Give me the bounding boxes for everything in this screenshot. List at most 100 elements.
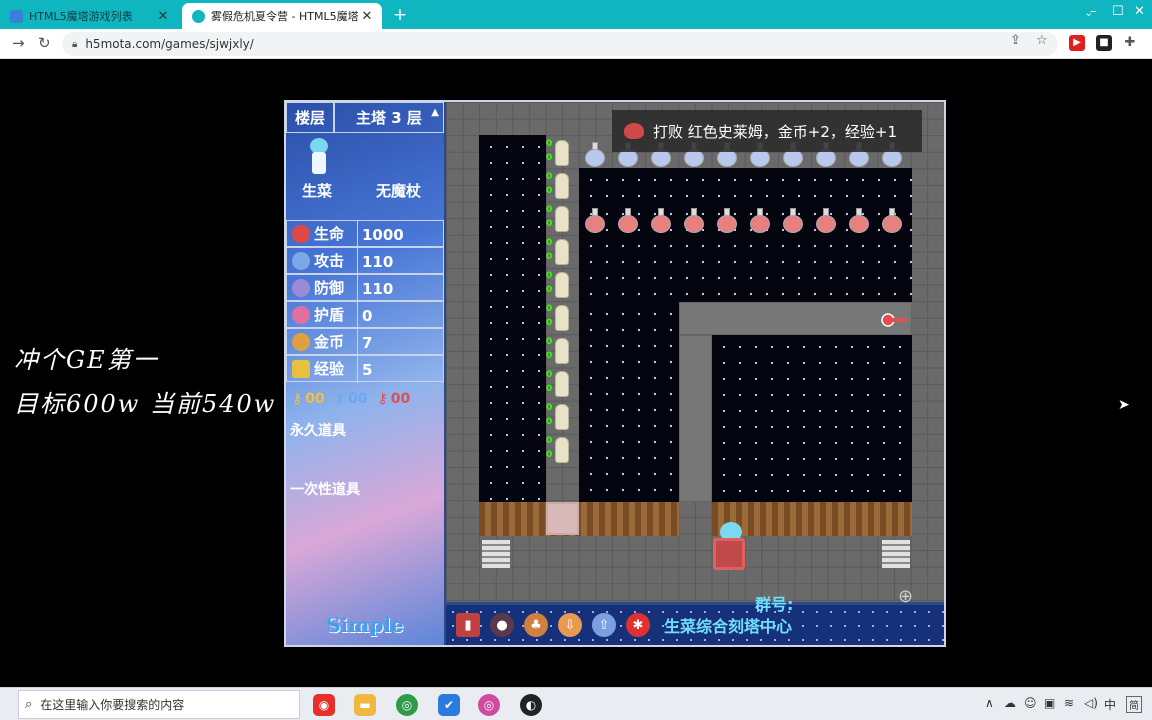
stone-floor [679, 335, 712, 502]
blue-key-count: 00 [348, 390, 368, 407]
taskbar-search[interactable]: ⌕ 在这里输入你要搜索的内容 [18, 690, 300, 719]
chrome-icon[interactable]: ◎ [396, 694, 418, 716]
reload-icon[interactable]: ↻ [38, 34, 51, 52]
red-potion [617, 208, 639, 234]
new-tab-icon[interactable]: + [390, 5, 410, 25]
floor-value-text: 主塔 3 层 [356, 109, 422, 127]
red-key-item-icon[interactable] [880, 312, 910, 328]
taskbar: ⌕ 在这里输入你要搜索的内容 ◉ ▬ ◎ ✔ ◎ ◐ ∧ ☁ ☺ ▣ ≋ ◁) … [0, 687, 1152, 720]
red-potion [650, 208, 672, 234]
save-icon[interactable]: ⇩ [558, 613, 582, 637]
stat-row-attack: 攻击 110 [286, 247, 444, 275]
mummy-monster: 00 [546, 204, 576, 234]
browser-tab-bar: HTML5魔塔游戏列表 ✕ 雾假危机夏令营 - HTML5魔塔 ✕ + ⌄ – … [0, 0, 1152, 29]
close-window-icon[interactable]: ✕ [1134, 4, 1145, 19]
tab-favicon-icon [10, 9, 23, 23]
netease-music-icon[interactable]: ◉ [313, 694, 335, 716]
hero-name: 生菜 [302, 182, 333, 200]
tray-app-icon[interactable]: ▣ [1044, 696, 1055, 710]
search-icon: ⌕ [25, 697, 33, 712]
overlay-note-line2: 目标600w 当前540w [14, 390, 277, 418]
tab-favicon-icon [192, 9, 205, 23]
red-potion [716, 208, 738, 234]
blue-key-icon: ⚷ [334, 390, 346, 407]
volume-icon[interactable]: ◁) [1084, 696, 1098, 710]
red-potion [782, 208, 804, 234]
red-gate[interactable] [713, 538, 745, 570]
mummy-monster: 00 [546, 138, 576, 168]
extensions-puzzle-icon[interactable]: ✚ [1122, 35, 1138, 51]
wifi-icon[interactable]: ≋ [1064, 696, 1074, 710]
ime-mode[interactable]: 简 [1126, 696, 1142, 713]
app-bird-icon[interactable]: ✔ [438, 694, 460, 716]
mummy-monster: 00 [546, 303, 576, 333]
tray-chevron-icon[interactable]: ∧ [985, 696, 994, 710]
forward-icon[interactable]: → [12, 34, 25, 52]
minimize-icon[interactable]: – [1090, 4, 1097, 19]
yellow-key-icon: ⚷ [292, 390, 303, 407]
tray-cloud-icon[interactable]: ☁ [1004, 696, 1016, 710]
mummy-monster: 00 [546, 402, 576, 432]
key-counts: ⚷ 00 ⚷ 00 ⚷ 00 [286, 385, 444, 412]
permanent-items-label: 永久道具 [290, 423, 346, 439]
stat-value: 110 [357, 248, 443, 275]
dirt-floor [479, 502, 679, 536]
floor-value: 主塔 3 层 ▲ [334, 102, 444, 133]
floor-label: 楼层 [286, 102, 334, 133]
stat-label: 攻击 [314, 252, 345, 270]
extension-game-icon[interactable]: ■ [1096, 35, 1112, 51]
toolbar-title: 生菜综合刻塔中心 [664, 617, 793, 636]
tab-close-icon[interactable]: ✕ [358, 9, 376, 24]
red-key-count: 00 [390, 390, 411, 407]
red-potion [848, 208, 870, 234]
app-color-icon[interactable]: ◎ [478, 694, 500, 716]
difficulty-mode-label: Simple [326, 613, 404, 637]
bag-icon[interactable]: ● [490, 613, 514, 637]
app-record-icon[interactable]: ◐ [520, 694, 542, 716]
stat-value: 110 [357, 275, 443, 302]
load-icon[interactable]: ⇧ [592, 613, 616, 637]
group-number-label: 群号: [755, 595, 794, 614]
book-icon[interactable]: ▮ [456, 613, 480, 637]
settings-icon[interactable]: ✱ [626, 613, 650, 637]
sword-icon [292, 251, 310, 270]
search-placeholder: 在这里输入你要搜索的内容 [40, 698, 185, 712]
zoom-in-icon[interactable]: ⊕ [898, 586, 913, 607]
stone-floor [679, 302, 912, 335]
barrier-icon [292, 305, 310, 324]
stat-label: 金币 [314, 333, 345, 351]
tab-game-list[interactable]: HTML5魔塔游戏列表 ✕ [0, 3, 178, 29]
tab-title: 雾假危机夏令营 - HTML5魔塔 [211, 10, 358, 23]
address-row: → ↻ 🔒︎ h5mota.com/games/sjwjxly/ ⇪ ☆ ▶ ■… [0, 29, 1152, 59]
maximize-icon[interactable]: ☐ [1112, 4, 1124, 19]
overlay-note-line1: 冲个GE第一 [14, 346, 159, 374]
stairs-down-icon[interactable] [482, 540, 510, 568]
pouch-icon[interactable]: ♣ [524, 613, 548, 637]
heart-icon [292, 224, 310, 243]
tab-close-icon[interactable]: ✕ [154, 9, 172, 24]
stat-label: 防御 [314, 279, 345, 297]
game-map[interactable]: 00 00 00 00 00 00 00 00 00 00 打败 红色史莱姆，金… [446, 102, 944, 602]
floor-up-icon[interactable]: ▲ [431, 107, 439, 118]
ime-language[interactable]: 中 [1104, 696, 1116, 713]
mummy-monster: 00 [546, 237, 576, 267]
bookmark-star-icon[interactable]: ☆ [1036, 33, 1048, 48]
red-potion [815, 208, 837, 234]
stat-label: 经验 [314, 360, 345, 378]
stat-row-exp: 经验 5 [286, 355, 444, 383]
battle-toast: 打败 红色史莱姆，金币+2，经验+1 [612, 110, 922, 152]
file-explorer-icon[interactable]: ▬ [354, 694, 376, 716]
lock-icon: 🔒︎ [72, 38, 78, 50]
stat-value: 5 [357, 356, 443, 383]
stat-row-defense: 防御 110 [286, 274, 444, 302]
stat-row-barrier: 护盾 0 [286, 301, 444, 329]
stairs-up-icon[interactable] [882, 540, 910, 568]
game-frame: 楼层 主塔 3 层 ▲ 生菜 无魔杖 生命 1000 攻击 110 防御 110 [284, 100, 946, 647]
yellow-key-count: 00 [305, 390, 325, 407]
address-bar[interactable]: 🔒︎ h5mota.com/games/sjwjxly/ [62, 32, 1058, 56]
extension-video-icon[interactable]: ▶ [1069, 35, 1085, 51]
share-icon[interactable]: ⇪ [1010, 33, 1021, 48]
tab-current-game[interactable]: 雾假危机夏令营 - HTML5魔塔 ✕ [182, 3, 382, 29]
status-panel: 楼层 主塔 3 层 ▲ 生菜 无魔杖 生命 1000 攻击 110 防御 110 [286, 102, 444, 645]
tray-qq-icon[interactable]: ☺ [1024, 696, 1037, 710]
